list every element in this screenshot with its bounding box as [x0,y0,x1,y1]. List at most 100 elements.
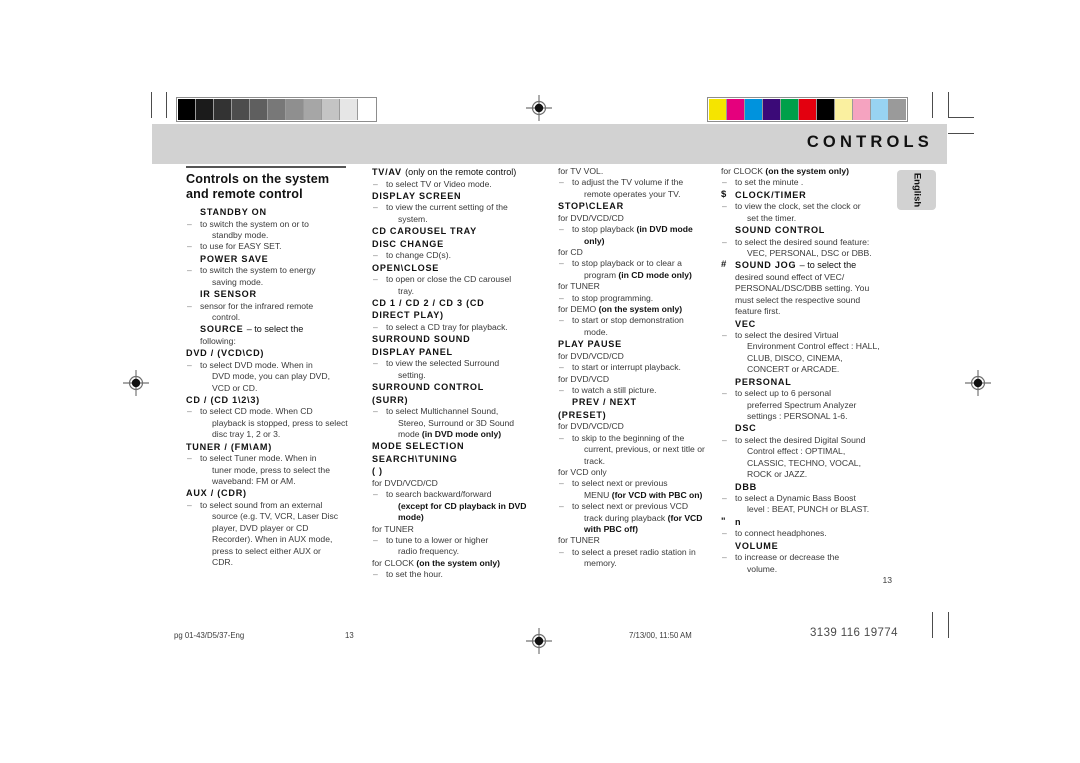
desc-tuner-1: – to select Tuner mode. When in [187,453,317,464]
desc-search-2b: radio frequency. [398,546,459,557]
dash-marker: – [373,202,378,213]
color-swatch-6 [817,99,835,120]
term-dsc: DSC [735,423,757,434]
desc-vec-1d: CONCERT or ARCADE. [747,364,840,375]
grayscale-swatch-4 [250,99,268,120]
term-surround-sound-panel-2: DISPLAY PANEL [372,346,453,357]
desc-dvd-1c: VCD or CD. [212,382,258,393]
clock-timer-button-icon: $ [721,188,727,200]
desc-aux-1f: CDR. [212,556,234,567]
registration-mark-left [123,370,149,396]
desc-clock-0: – to set the minute . [722,177,804,188]
desc-aux-1b: source (e.g. TV, VCR, Laser Disc [212,511,339,522]
crop-mark-top-right-vertical-2 [948,92,949,118]
crop-mark-top-right-horizontal [948,117,974,118]
desc-soundjog-c2: PERSONAL/DSC/DBB setting. You [735,283,870,294]
desc-soundjog-c3: must select the respective sound [735,294,861,305]
chapter-title: CONTROLS [806,133,933,151]
crop-mark-top-right-vertical [932,92,933,118]
grayscale-swatch-2 [214,99,232,120]
registration-mark-bottom [526,628,552,654]
desc-search-1-em: (except for CD playback in DVD [398,500,527,511]
desc-powersave-1b: saving mode. [212,276,264,287]
color-swatch-9 [871,99,889,120]
dash-marker: – [373,178,378,189]
dash-marker: – [559,478,564,489]
desc-display-1b: system. [398,213,428,224]
label-prev-for-dvd: for DVD/VCD/CD [558,421,624,432]
color-swatch-5 [799,99,817,120]
dash-marker: – [559,384,564,395]
dash-marker: – [559,258,564,269]
desc-prev-3: – to select next or previous VCD [559,501,689,512]
crop-mark-top-left-vertical [151,92,152,118]
term-play-pause: PLAY PAUSE [558,339,622,350]
desc-source-cont: following: [200,335,236,346]
desc-cd123-1: – to select a CD tray for playback. [373,321,508,332]
dash-marker: – [722,552,727,563]
grayscale-swatch-1 [196,99,214,120]
heading-rule [186,166,346,168]
manual-page: CONTROLS English Controls on the system … [0,0,1080,763]
color-swatch-3 [763,99,781,120]
label-stop-for-tuner: for TUNER [558,281,600,292]
footer-file-reference: pg 01-43/D5/37-Eng [174,631,245,640]
dash-marker: – [722,236,727,247]
desc-volume-1: – to increase or decrease the [722,552,840,563]
label-for-dvd-vcd-cd: for DVD/VCD/CD [372,477,438,488]
desc-clocktimer-1b: set the timer. [747,212,797,223]
label-for-tuner: for TUNER [372,523,414,534]
term-dbb: DBB [735,481,757,492]
row-clock-timer: $ CLOCK/TIMER [721,189,892,202]
desc-vec-1b: Environment Control effect : HALL, [747,341,880,352]
desc-stop-3: – to stop programming. [559,292,654,303]
term-source: SOURCE – to select the [200,324,304,335]
dash-marker: – [722,434,727,445]
desc-vec-1: – to select the desired Virtual [722,330,839,341]
desc-stop-2: – to stop playback or to clear a [559,258,682,269]
desc-soundctrl-1b: VEC, PERSONAL, DSC or DBB. [747,248,872,259]
desc-search-2: – to tune to a lower or higher [373,534,489,545]
term-disc-change: DISC CHANGE [372,238,444,249]
desc-irsensor-1b: control. [212,311,241,322]
desc-surrpanel-1: – to view the selected Surround [373,358,500,369]
column-4: for CLOCK (on the system only) – to set t… [721,166,900,589]
dash-marker: – [373,489,378,500]
label-stop-for-demo: for DEMO (on the system only) [558,303,683,314]
desc-aux-1c: player, DVD player or CD [212,522,309,533]
dash-marker: – [559,224,564,235]
color-swatch-8 [853,99,871,120]
dash-marker: – [373,274,378,285]
desc-openclose-1: – to open or close the CD carousel [373,274,512,285]
label-for-tv-vol: for TV VOL. [558,166,604,176]
chapter-header-band: CONTROLS [152,124,947,164]
column-2: TV/AV (only on the remote control) – to s… [372,166,558,589]
grayscale-swatch-8 [322,99,340,120]
dash-marker: – [187,406,192,417]
desc-dsc-1d: ROCK or JAZZ. [747,469,808,480]
dash-marker: – [373,406,378,417]
color-swatch-1 [727,99,745,120]
desc-personal-1: – to select up to 6 personal [722,388,832,399]
desc-prev-1: – to skip to the beginning of the [559,432,685,443]
crop-mark-bottom-right-vertical-2 [948,612,949,638]
dash-marker: – [187,499,192,510]
headphone-jack-marker-icon: " [721,515,726,527]
desc-dsc-1c: CLASSIC, TECHNO, VOCAL, [747,457,861,468]
term-preset: (PRESET) [558,409,607,420]
term-sound-control: SOUND CONTROL [735,225,826,236]
term-ir-sensor: IR SENSOR [200,289,257,300]
row-sound-jog: # SOUND JOG – to select the [721,259,892,272]
desc-prev-1b: current, previous, or next title or [584,444,705,455]
dash-marker: – [559,177,564,188]
desc-dbb-1: – to select a Dynamic Bass Boost [722,493,856,504]
desc-tuner-1b: tuner mode, press to select the [212,464,330,475]
grayscale-swatch-0 [178,99,196,120]
grayscale-calibration-strip [176,97,377,122]
label-for-clock: for CLOCK (on the system only) [372,557,500,568]
desc-personal-1b: preferred Spectrum Analyzer [747,399,857,410]
label-stop-for-cd: for CD [558,246,583,257]
dash-marker: – [722,177,727,188]
desc-dbb-1b: level : BEAT, PUNCH or BLAST. [747,504,870,515]
desc-play-2: – to watch a still picture. [559,384,657,395]
